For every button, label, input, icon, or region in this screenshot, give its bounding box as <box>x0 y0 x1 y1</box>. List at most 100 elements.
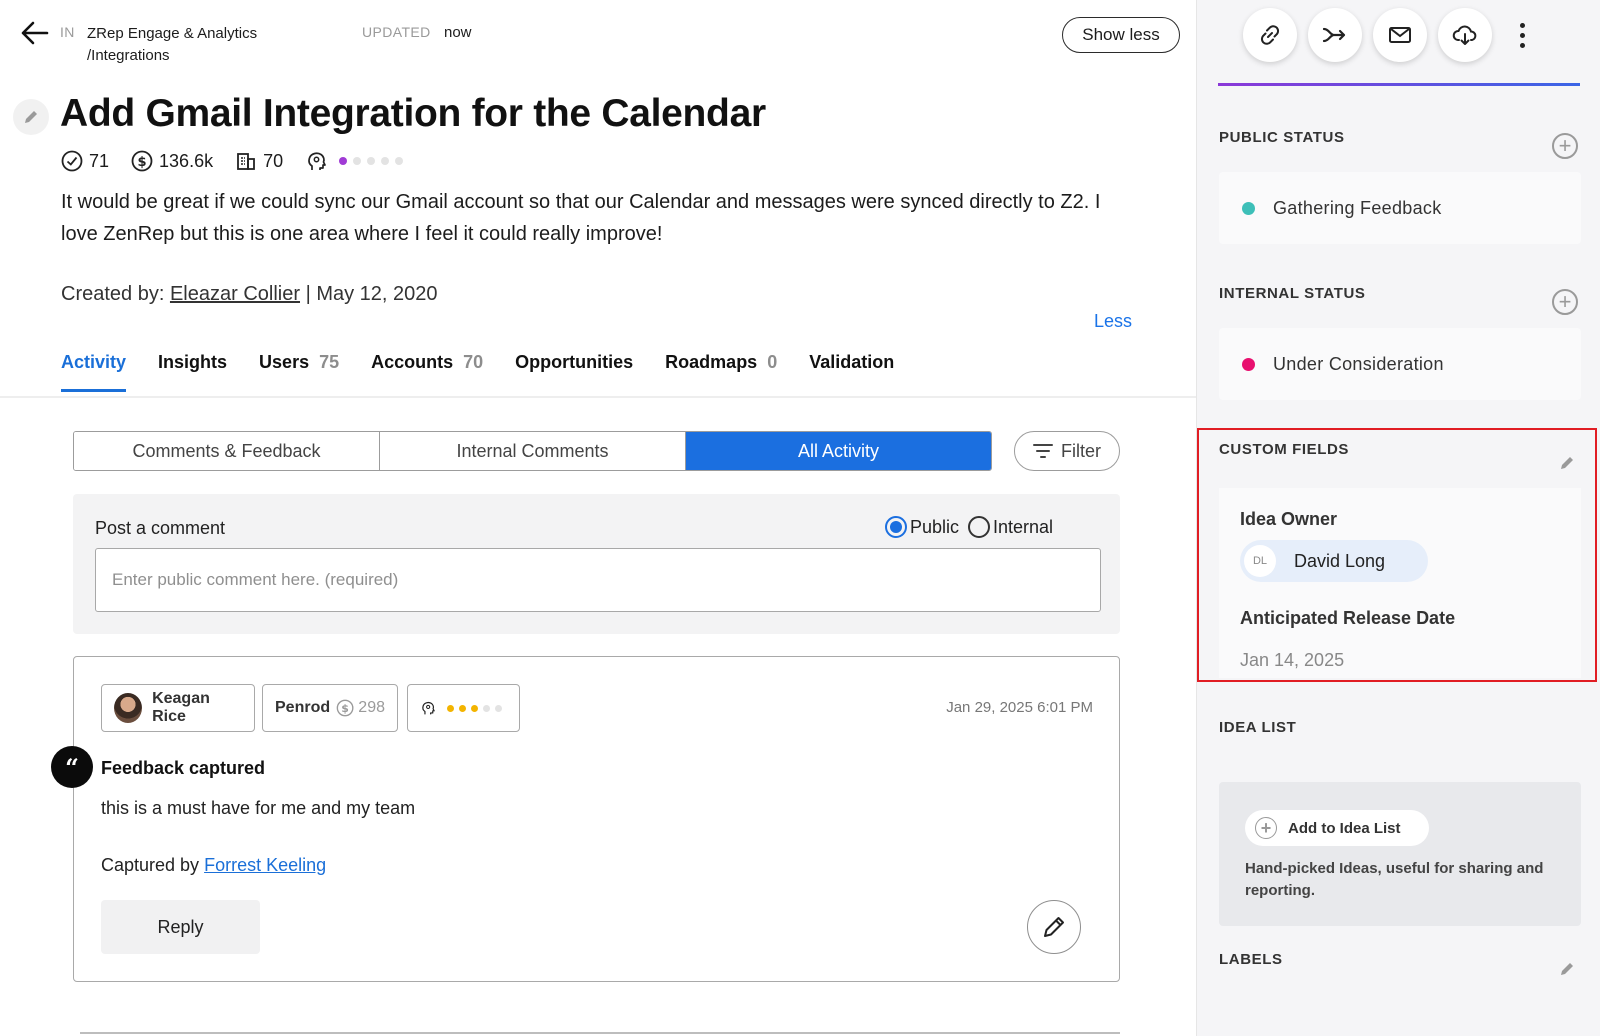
email-icon[interactable] <box>1373 8 1427 62</box>
link-icon[interactable] <box>1243 8 1297 62</box>
public-radio[interactable]: Public <box>885 516 959 538</box>
internal-radio[interactable]: Internal <box>968 516 1053 538</box>
feedback-date: Jan 29, 2025 6:01 PM <box>946 699 1093 716</box>
accounts-count: 70 <box>263 150 284 171</box>
tab-accounts[interactable]: Accounts 70 <box>371 352 483 392</box>
tab-insights[interactable]: Insights <box>158 352 227 392</box>
idea-tabs: Activity Insights Users 75 Accounts 70 Opp… <box>61 352 926 392</box>
reply-button[interactable]: Reply <box>101 900 260 954</box>
captured-by-line: Captured by Forrest Keeling <box>101 855 327 875</box>
breadcrumb-category: /Integrations <box>87 47 170 64</box>
less-link[interactable]: Less <box>1094 311 1132 332</box>
radio-selected-icon <box>885 516 907 538</box>
svg-text:$: $ <box>138 155 147 170</box>
user-chip[interactable]: Keagan Rice <box>101 684 255 732</box>
tab-roadmaps[interactable]: Roadmaps 0 <box>665 352 777 392</box>
revenue-metric: $ 136.6k <box>131 150 213 172</box>
internal-status-dot <box>1242 357 1255 371</box>
tabs-divider <box>0 396 1196 398</box>
feedback-title: Feedback captured <box>101 758 266 778</box>
internal-status-title: INTERNAL STATUS <box>1219 285 1366 302</box>
building-icon <box>237 153 255 170</box>
tab-opportunities[interactable]: Opportunities <box>515 352 633 392</box>
idea-list-box: + Add to Idea List Hand-picked Ideas, us… <box>1219 782 1581 926</box>
next-card-edge <box>80 1032 1120 1034</box>
internal-status-value: Under Consideration <box>1273 353 1444 374</box>
filter-lines-icon <box>1033 444 1053 458</box>
idea-detail-panel: IN ZRep Engage & Analytics /Integrations… <box>0 0 1196 1036</box>
idea-owner-name: David Long <box>1294 550 1386 571</box>
tab-users[interactable]: Users 75 <box>259 352 339 392</box>
page-title: Add Gmail Integration for the Calendar <box>60 92 766 135</box>
idea-sidebar: PUBLIC STATUS + Gathering Feedback INTER… <box>1196 0 1600 1036</box>
idea-owner-label: Idea Owner <box>1240 509 1338 529</box>
creator-link[interactable]: Eleazar Collier <box>170 283 300 305</box>
idea-description: It would be great if we could sync our G… <box>61 191 1101 245</box>
quote-icon: “ <box>51 746 93 788</box>
created-by-line: Created by: Eleazar Collier | May 12, 20… <box>61 283 438 306</box>
feedback-card: Keagan Rice Penrod $ 298 Jan 29, 2025 6:… <box>73 656 1120 982</box>
sidebar-accent-line <box>1218 83 1580 86</box>
idea-metrics: 71 $ 136.6k 70 <box>61 148 431 174</box>
custom-fields-card: Idea Owner DL David Long Anticipated Rel… <box>1219 488 1581 678</box>
show-less-button[interactable]: Show less <box>1062 17 1180 53</box>
head-gear-icon <box>308 152 326 170</box>
votes-metric: 71 <box>61 150 109 172</box>
header-bar: IN ZRep Engage & Analytics /Integrations… <box>0 0 1196 80</box>
check-circle-icon <box>61 150 83 172</box>
public-status-card[interactable]: Gathering Feedback <box>1219 172 1581 244</box>
add-public-status-plus-icon[interactable]: + <box>1552 133 1578 159</box>
feedback-text: this is a must have for me and my team <box>101 798 416 818</box>
edit-title-pencil-icon[interactable] <box>13 99 49 135</box>
segment-all-activity[interactable]: All Activity <box>685 432 991 470</box>
priority-chip[interactable] <box>407 684 520 732</box>
segment-comments-feedback[interactable]: Comments & Feedback <box>74 432 379 470</box>
created-date: | May 12, 2020 <box>305 283 438 305</box>
edit-labels-pencil-icon[interactable] <box>1559 961 1575 977</box>
add-to-idea-list-button[interactable]: + Add to Idea List <box>1245 810 1429 846</box>
idea-owner-chip[interactable]: DL David Long <box>1240 540 1428 582</box>
updated-value: now <box>444 24 472 41</box>
dollar-circle-icon: $ <box>336 699 354 717</box>
votes-count: 71 <box>89 150 110 171</box>
tab-activity[interactable]: Activity <box>61 352 127 392</box>
plus-circle-icon: + <box>1255 817 1277 839</box>
internal-status-card[interactable]: Under Consideration <box>1219 328 1581 400</box>
public-status-title: PUBLIC STATUS <box>1219 129 1345 146</box>
created-by-label: Created by: <box>61 283 165 305</box>
account-chip[interactable]: Penrod $ 298 <box>262 684 398 732</box>
revenue-value: 136.6k <box>159 150 214 171</box>
labels-title: LABELS <box>1219 951 1283 968</box>
captured-by-link[interactable]: Forrest Keeling <box>204 855 326 875</box>
filter-button[interactable]: Filter <box>1014 431 1120 471</box>
merge-icon[interactable] <box>1308 8 1362 62</box>
back-arrow-icon[interactable] <box>20 20 50 46</box>
edit-feedback-pencil-icon[interactable] <box>1027 900 1081 954</box>
idea-list-title: IDEA LIST <box>1219 719 1297 736</box>
accounts-metric: 70 <box>235 150 283 172</box>
breadcrumb[interactable]: ZRep Engage & Analytics /Integrations <box>87 23 257 67</box>
post-comment-label: Post a comment <box>95 518 226 538</box>
public-status-dot <box>1242 201 1255 215</box>
radio-unselected-icon <box>968 516 990 538</box>
cloud-download-icon[interactable] <box>1438 8 1492 62</box>
updated-label: UPDATED <box>362 24 431 40</box>
custom-fields-title: CUSTOM FIELDS <box>1219 441 1350 458</box>
priority-metric <box>305 149 409 173</box>
edit-custom-fields-pencil-icon[interactable] <box>1559 455 1575 471</box>
more-options-icon[interactable] <box>1512 20 1532 50</box>
add-internal-status-plus-icon[interactable]: + <box>1552 289 1578 315</box>
segment-internal-comments[interactable]: Internal Comments <box>379 432 685 470</box>
in-label: IN <box>60 24 75 40</box>
dollar-circle-icon: $ <box>131 150 153 172</box>
owner-avatar: DL <box>1244 545 1276 577</box>
public-status-value: Gathering Feedback <box>1273 197 1442 218</box>
comment-input[interactable] <box>95 548 1101 612</box>
svg-text:$: $ <box>341 702 349 715</box>
idea-list-help-text: Hand-picked Ideas, useful for sharing an… <box>1245 860 1544 899</box>
breadcrumb-product: ZRep Engage & Analytics <box>87 25 258 42</box>
activity-filter-segmented-control: Comments & Feedback Internal Comments Al… <box>73 431 992 471</box>
release-date-value[interactable]: Jan 14, 2025 <box>1240 650 1344 671</box>
post-comment-box: Post a comment Public Internal <box>73 494 1120 634</box>
tab-validation[interactable]: Validation <box>809 352 894 392</box>
